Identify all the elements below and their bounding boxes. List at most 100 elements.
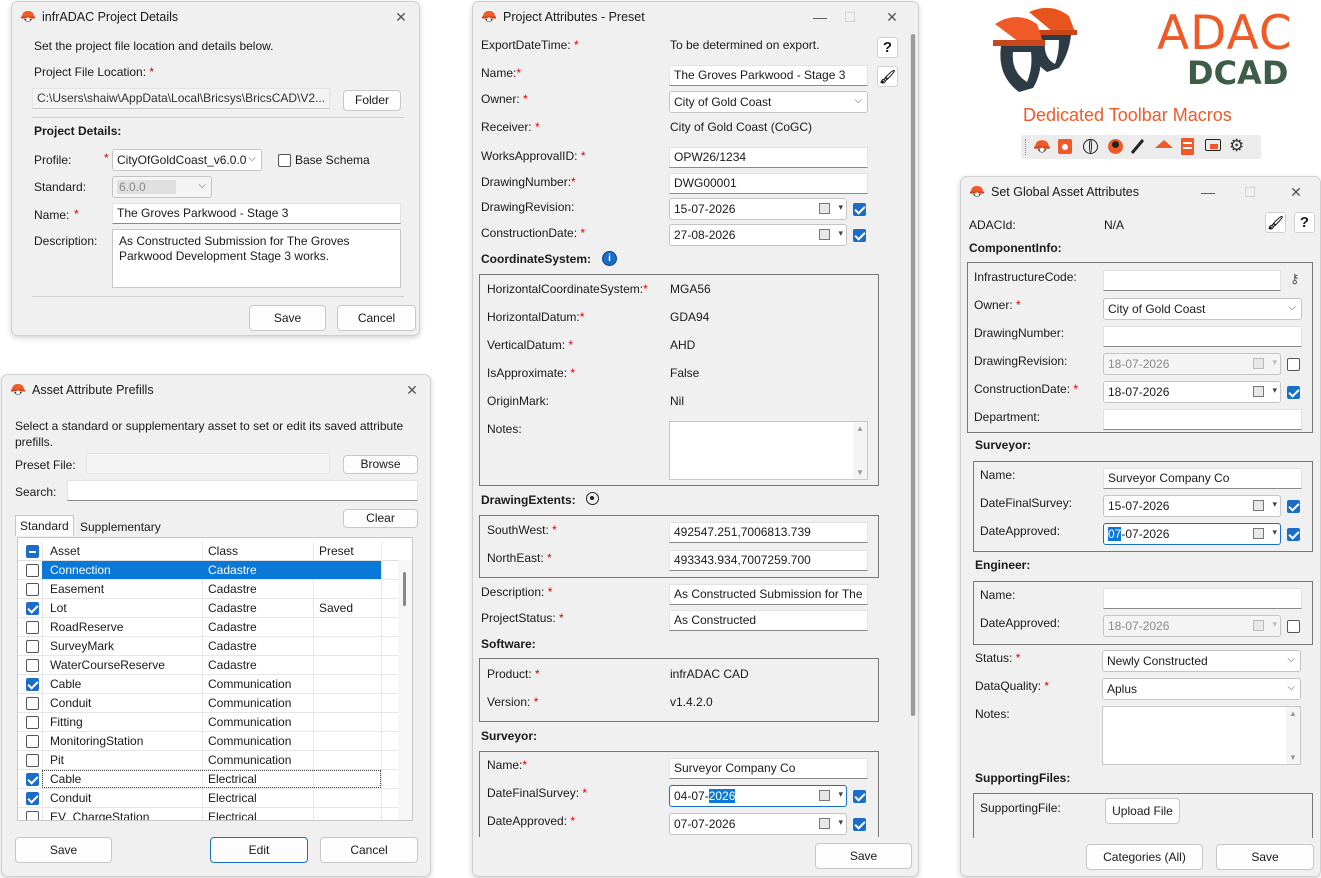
camera-icon[interactable] xyxy=(1058,139,1072,154)
drawing-revision-date[interactable]: 18-07-2026 ▾ xyxy=(1103,353,1281,375)
table-row[interactable]: Pit Communication xyxy=(18,751,400,770)
brush-icon[interactable]: 🖌 xyxy=(1265,212,1286,233)
row-checkbox[interactable] xyxy=(26,792,39,805)
upload-file-button[interactable]: Upload File xyxy=(1105,798,1180,824)
save-button[interactable]: Save xyxy=(15,837,112,863)
cancel-button[interactable]: Cancel xyxy=(337,305,416,331)
browse-button[interactable]: Browse xyxy=(343,455,418,474)
status-select[interactable]: Newly Constructed ⌵ xyxy=(1102,650,1301,672)
engineer-name-field[interactable] xyxy=(1103,588,1302,609)
close-icon[interactable]: ✕ xyxy=(389,6,413,28)
notes-field[interactable]: ▲ ▼ xyxy=(669,421,868,480)
chevron-down-icon[interactable]: ▾ xyxy=(838,202,843,213)
name-field[interactable]: The Groves Parkwood - Stage 3 xyxy=(669,65,868,86)
chevron-down-icon[interactable]: ▾ xyxy=(838,817,843,828)
wand-icon[interactable] xyxy=(1130,139,1145,154)
construction-date[interactable]: 27-08-2026 ▾ xyxy=(669,224,847,246)
brush-icon[interactable]: 🖌 xyxy=(877,66,898,87)
owner-select[interactable]: City of Gold Coast ⌵ xyxy=(1103,298,1302,320)
chat-icon[interactable] xyxy=(1205,139,1221,151)
close-icon[interactable]: ✕ xyxy=(1284,181,1308,203)
tab-supplementary[interactable]: Supplementary xyxy=(76,517,165,537)
scrollbar-thumb[interactable] xyxy=(911,34,915,716)
row-checkbox[interactable] xyxy=(26,640,39,653)
edit-button[interactable]: Edit xyxy=(210,837,308,863)
row-checkbox[interactable] xyxy=(26,697,39,710)
table-row[interactable]: Easement Cadastre xyxy=(18,580,400,599)
scrollbar[interactable]: ▲ ▼ xyxy=(853,422,867,479)
project-status-field[interactable]: As Constructed xyxy=(669,610,868,631)
save-button[interactable]: Save xyxy=(815,843,912,869)
gear-icon[interactable]: ⚙ xyxy=(1229,136,1244,156)
row-checkbox[interactable] xyxy=(26,773,39,786)
categories-button[interactable]: Categories (All) xyxy=(1086,844,1203,870)
table-row[interactable]: Connection Cadastre xyxy=(18,561,400,580)
table-row[interactable]: Conduit Electrical xyxy=(18,789,400,808)
date-final-survey[interactable]: 04-07-2026 ▾ xyxy=(669,785,847,807)
date-approved-checkbox[interactable] xyxy=(1287,528,1300,541)
data-quality-select[interactable]: Aplus ⌵ xyxy=(1102,678,1301,700)
table-row[interactable]: Fitting Communication xyxy=(18,713,400,732)
info-icon[interactable]: i xyxy=(602,251,617,266)
chevron-down-icon[interactable]: ▾ xyxy=(1272,527,1277,538)
infrastructure-code-field[interactable] xyxy=(1103,270,1281,291)
column-header-class[interactable]: Class xyxy=(208,544,238,558)
row-checkbox[interactable] xyxy=(26,583,39,596)
select-all-checkbox[interactable] xyxy=(26,545,39,558)
globe-icon[interactable] xyxy=(1083,139,1098,154)
calendar-icon[interactable] xyxy=(819,203,830,214)
minimize-icon[interactable]: — xyxy=(808,6,832,28)
row-checkbox[interactable] xyxy=(26,735,39,748)
cancel-button[interactable]: Cancel xyxy=(320,837,418,863)
drawing-revision-checkbox[interactable] xyxy=(1287,358,1300,371)
table-row[interactable]: EV_ChargeStation Electrical xyxy=(18,808,400,820)
help-button[interactable]: ? xyxy=(877,37,898,58)
house-icon[interactable] xyxy=(1155,140,1173,148)
notes-field[interactable]: ▲ ▼ xyxy=(1102,706,1301,765)
department-field[interactable] xyxy=(1103,409,1302,430)
works-approval-field[interactable]: OPW26/1234 xyxy=(669,147,868,168)
calendar-icon[interactable] xyxy=(1253,528,1264,539)
calendar-icon[interactable] xyxy=(1253,500,1264,511)
profile-select[interactable]: CityOfGoldCoast_v6.0.0 ⌵ xyxy=(112,149,262,171)
window-scrollbar[interactable] xyxy=(910,34,916,716)
scrollbar[interactable] xyxy=(398,560,412,820)
drawing-revision-checkbox[interactable] xyxy=(853,203,866,216)
pdf-icon[interactable] xyxy=(1181,138,1194,155)
scrollbar[interactable]: ▲ ▼ xyxy=(1286,707,1300,764)
date-final-survey[interactable]: 15-07-2026 ▾ xyxy=(1103,495,1281,517)
row-checkbox[interactable] xyxy=(26,716,39,729)
chevron-down-icon[interactable]: ▾ xyxy=(1272,385,1277,396)
table-row[interactable]: Cable Electrical xyxy=(18,770,400,789)
minimize-icon[interactable]: — xyxy=(1196,181,1220,203)
southwest-field[interactable]: 492547.251,7006813.739 xyxy=(669,522,868,543)
table-row[interactable]: SurveyMark Cadastre xyxy=(18,637,400,656)
row-checkbox[interactable] xyxy=(26,754,39,767)
tab-standard[interactable]: Standard xyxy=(15,515,74,536)
table-row[interactable]: MonitoringStation Communication xyxy=(18,732,400,751)
base-schema-checkbox[interactable] xyxy=(278,154,291,167)
user-icon[interactable] xyxy=(1108,139,1123,154)
row-checkbox[interactable] xyxy=(26,659,39,672)
adac-logo-icon[interactable] xyxy=(1033,138,1051,156)
crosshair-icon[interactable] xyxy=(586,492,599,505)
calendar-icon[interactable] xyxy=(1253,386,1264,397)
row-checkbox[interactable] xyxy=(26,678,39,691)
calendar-icon[interactable] xyxy=(819,790,830,801)
chevron-down-icon[interactable]: ▾ xyxy=(838,789,843,800)
surveyor-name-field[interactable]: Surveyor Company Co xyxy=(1103,468,1302,489)
table-row[interactable]: Cable Communication xyxy=(18,675,400,694)
owner-select[interactable]: City of Gold Coast ⌵ xyxy=(669,91,868,113)
clear-button[interactable]: Clear xyxy=(343,509,418,528)
table-row[interactable]: Lot Cadastre Saved xyxy=(18,599,400,618)
help-button[interactable]: ? xyxy=(1294,212,1315,233)
row-checkbox[interactable] xyxy=(26,564,39,577)
column-header-asset[interactable]: Asset xyxy=(50,544,80,558)
date-approved[interactable]: 07-07-2026 ▾ xyxy=(669,813,847,835)
chevron-down-icon[interactable]: ▾ xyxy=(1272,499,1277,510)
save-button[interactable]: Save xyxy=(249,305,326,331)
name-field[interactable]: The Groves Parkwood - Stage 3 xyxy=(112,203,401,224)
date-final-survey-checkbox[interactable] xyxy=(1287,500,1300,513)
description-field[interactable]: As Constructed Submission for The Groves… xyxy=(112,229,401,288)
scrollbar-thumb[interactable] xyxy=(403,572,406,606)
